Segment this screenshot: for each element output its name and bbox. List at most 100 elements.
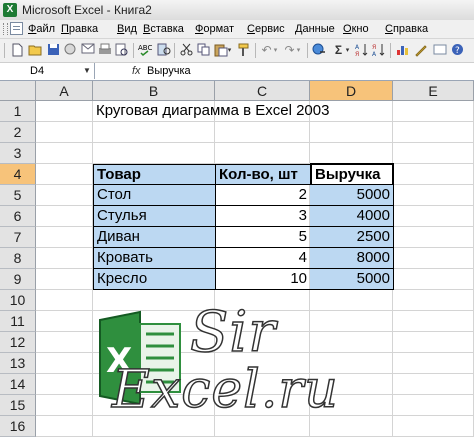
menu-edit[interactable]: Правка [61,23,98,35]
sheet-title-cell[interactable]: Круговая диаграмма в Excel 2003 [93,101,329,122]
empty-cell[interactable] [36,206,93,227]
help-icon[interactable]: ? [450,43,465,58]
revenue-cell[interactable]: 4000 [310,206,394,227]
empty-cell[interactable] [393,122,474,143]
toolbar-grip[interactable] [4,43,5,58]
header-product-cell[interactable]: Товар [93,164,216,185]
empty-cell[interactable] [393,185,474,206]
empty-cell[interactable] [36,101,93,122]
empty-cell[interactable] [393,332,474,353]
autosum-dropdown-icon[interactable]: ▾ [343,43,352,58]
column-header-a[interactable]: A [36,81,93,101]
name-box[interactable]: D4 [0,63,95,79]
empty-cell[interactable] [36,332,93,353]
empty-cell[interactable] [310,332,393,353]
row-header[interactable]: 4 [0,164,36,185]
qty-cell[interactable]: 4 [215,248,311,269]
column-header-e[interactable]: E [393,81,474,101]
product-cell[interactable]: Кресло [93,269,216,290]
drawing-icon[interactable] [413,43,428,58]
revenue-cell[interactable]: 5000 [310,269,394,290]
empty-cell[interactable] [36,353,93,374]
empty-cell[interactable] [393,311,474,332]
row-header[interactable]: 1 [0,101,36,122]
qty-cell[interactable]: 3 [215,206,311,227]
empty-cell[interactable] [215,143,310,164]
chart-wizard-icon[interactable] [395,43,410,58]
empty-cell[interactable] [93,122,215,143]
empty-cell[interactable] [393,290,474,311]
column-header-c[interactable]: C [215,81,310,101]
empty-cell[interactable] [393,206,474,227]
open-folder-icon[interactable] [28,43,43,58]
product-cell[interactable]: Стулья [93,206,216,227]
empty-cell[interactable] [393,227,474,248]
empty-cell[interactable] [310,290,393,311]
row-header[interactable]: 14 [0,374,36,395]
row-header[interactable]: 10 [0,290,36,311]
product-cell[interactable]: Диван [93,227,216,248]
row-header[interactable]: 13 [0,353,36,374]
empty-cell[interactable] [36,164,93,185]
menu-help[interactable]: Справка [385,23,428,35]
empty-cell[interactable] [310,122,393,143]
menu-file[interactable]: Файл [28,23,55,35]
empty-cell[interactable] [393,101,474,122]
menu-grip-handle[interactable] [3,23,8,35]
empty-cell[interactable] [36,290,93,311]
permission-icon[interactable] [63,43,78,58]
header-qty-cell[interactable]: Кол-во, шт [215,164,311,185]
row-header[interactable]: 8 [0,248,36,269]
empty-cell[interactable] [36,269,93,290]
product-cell[interactable]: Стол [93,185,216,206]
empty-cell[interactable] [93,143,215,164]
empty-cell[interactable] [393,269,474,290]
function-icon[interactable]: fx [132,65,141,77]
sort-ascending-icon[interactable]: AЯ [354,43,369,58]
spelling-icon[interactable]: ABC [138,43,153,58]
row-header[interactable]: 5 [0,185,36,206]
empty-cell[interactable] [393,164,474,185]
revenue-cell[interactable]: 8000 [310,248,394,269]
empty-cell[interactable] [36,374,93,395]
empty-cell[interactable] [36,122,93,143]
product-cell[interactable]: Кровать [93,248,216,269]
menu-window[interactable]: Окно [343,23,369,35]
menu-view[interactable]: Вид [117,23,137,35]
menu-insert[interactable]: Вставка [143,23,184,35]
header-revenue-cell-active[interactable]: Выручка [310,163,394,186]
name-box-dropdown-icon[interactable]: ▼ [83,66,91,75]
empty-cell[interactable] [393,374,474,395]
save-icon[interactable] [46,43,61,58]
column-header-b[interactable]: B [93,81,215,101]
empty-cell[interactable] [36,248,93,269]
empty-cell[interactable] [310,311,393,332]
cut-icon[interactable] [179,43,194,58]
research-icon[interactable] [156,43,171,58]
redo-dropdown-icon[interactable]: ▾ [294,43,303,58]
empty-cell[interactable] [36,395,93,416]
empty-cell[interactable] [36,143,93,164]
row-header[interactable]: 2 [0,122,36,143]
empty-cell[interactable] [36,311,93,332]
row-header[interactable]: 7 [0,227,36,248]
hyperlink-icon[interactable] [312,43,327,58]
email-icon[interactable] [80,43,95,58]
qty-cell[interactable]: 5 [215,227,311,248]
menu-tools[interactable]: Сервис [247,23,285,35]
empty-cell[interactable] [393,353,474,374]
formula-input[interactable]: Выручка [147,64,191,79]
row-header[interactable]: 12 [0,332,36,353]
row-header[interactable]: 16 [0,416,36,437]
row-header[interactable]: 11 [0,311,36,332]
zoom-icon[interactable] [432,43,447,58]
revenue-cell[interactable]: 2500 [310,227,394,248]
empty-cell[interactable] [393,143,474,164]
row-header[interactable]: 6 [0,206,36,227]
workbook-menu-icon[interactable] [10,22,23,35]
qty-cell[interactable]: 10 [215,269,311,290]
format-painter-icon[interactable] [236,43,251,58]
row-header[interactable]: 3 [0,143,36,164]
print-icon[interactable] [97,43,112,58]
new-file-icon[interactable] [10,43,25,58]
